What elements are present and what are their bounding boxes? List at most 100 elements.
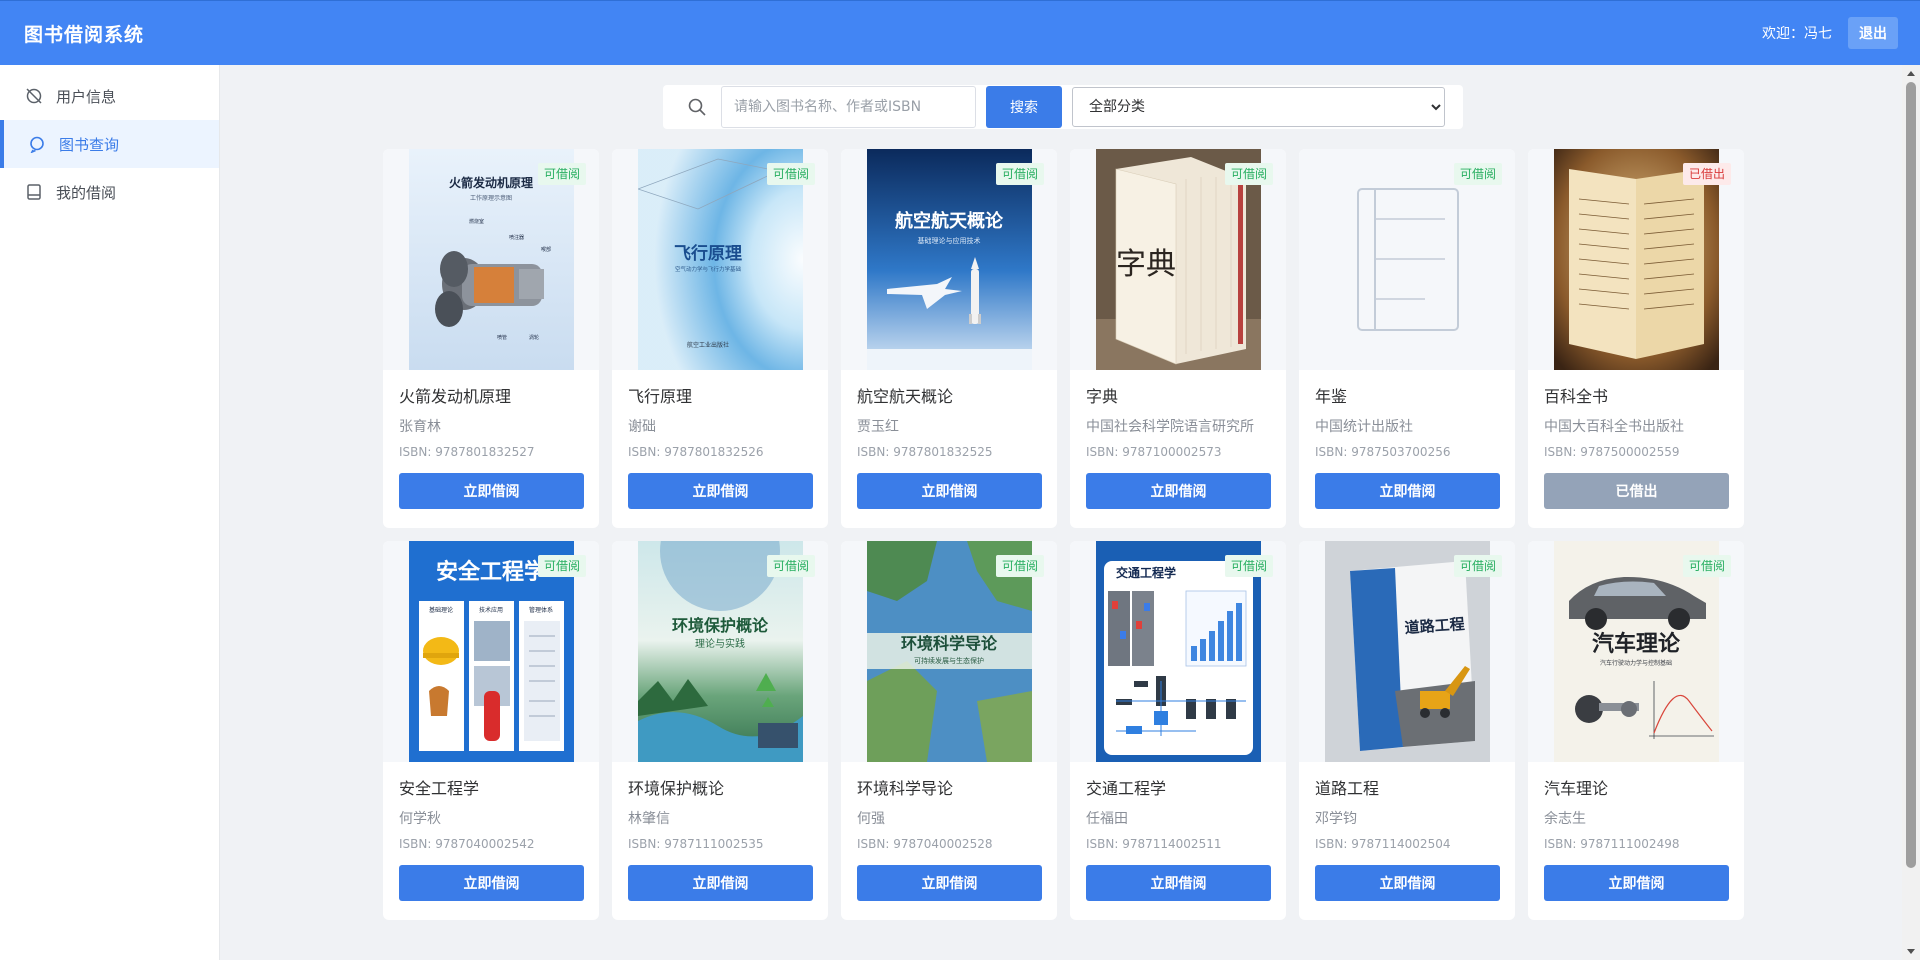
cover-label: 喷管 <box>497 334 507 341</box>
borrow-button[interactable]: 立即借阅 <box>1086 865 1271 901</box>
book-card: 环境保护概论 理论与实践 可借阅 环境保护概论 林肇信 ISBN: 978711… <box>612 541 828 920</box>
borrow-button[interactable]: 立即借阅 <box>399 865 584 901</box>
my-borrow-icon <box>25 183 43 201</box>
book-info: 百科全书 中国大百科全书出版社 ISBN: 9787500002559 已借出 <box>1528 370 1744 509</box>
status-badge: 可借阅 <box>1453 555 1502 577</box>
welcome-text: 欢迎：冯七 <box>1762 26 1832 42</box>
sidebar: 用户信息 图书查询 我的借阅 <box>0 65 220 960</box>
book-cover-area: 已借出 <box>1528 149 1744 370</box>
book-isbn: ISBN: 9787500002559 <box>1544 445 1680 459</box>
cover-title: 环境科学导论 <box>900 634 997 653</box>
cover-title: 航空航天概论 <box>895 210 1004 232</box>
status-badge: 可借阅 <box>537 555 586 577</box>
sidebar-item-book-search[interactable]: 图书查询 <box>0 120 219 168</box>
book-info: 汽车理论 余志生 ISBN: 9787111002498 立即借阅 <box>1528 762 1744 901</box>
borrow-button[interactable]: 立即借阅 <box>628 865 813 901</box>
book-isbn: ISBN: 9787040002528 <box>857 837 993 851</box>
book-card: 环境科学导论 可持续发展与生态保护 可借阅 环境科学导论 何强 ISBN: 97… <box>841 541 1057 920</box>
book-author: 张育林 <box>399 419 441 435</box>
book-info: 环境科学导论 何强 ISBN: 9787040002528 立即借阅 <box>841 762 1057 901</box>
book-card: 可借阅 年鉴 中国统计出版社 ISBN: 9787503700256 立即借阅 <box>1299 149 1515 528</box>
book-card: 已借出 百科全书 中国大百科全书出版社 ISBN: 9787500002559 … <box>1528 149 1744 528</box>
header-user-area: 欢迎：冯七 退出 <box>1762 17 1898 49</box>
book-title: 道路工程 <box>1315 779 1380 798</box>
status-badge: 已借出 <box>1682 163 1731 185</box>
borrow-button[interactable]: 立即借阅 <box>1086 473 1271 509</box>
sidebar-item-user-info[interactable]: 用户信息 <box>0 72 219 120</box>
book-info: 环境保护概论 林肇信 ISBN: 9787111002535 立即借阅 <box>612 762 828 901</box>
sidebar-item-my-borrow[interactable]: 我的借阅 <box>0 168 219 216</box>
book-author: 何学秋 <box>399 811 441 827</box>
book-author: 中国大百科全书出版社 <box>1544 419 1684 435</box>
book-search-icon <box>28 135 46 153</box>
status-badge: 可借阅 <box>766 163 815 185</box>
cover-label: 涡轮 <box>529 334 539 341</box>
book-title: 百科全书 <box>1544 387 1609 406</box>
borrow-button[interactable]: 立即借阅 <box>857 865 1042 901</box>
book-author: 中国统计出版社 <box>1315 419 1413 435</box>
book-info: 飞行原理 谢础 ISBN: 9787801832526 立即借阅 <box>612 370 828 509</box>
main-content: 搜索 全部分类 火箭发动机原理 工作原理示意图 <box>221 65 1902 960</box>
book-cover-area: 交通工程学 可借阅 <box>1070 541 1286 762</box>
book-card: 道路工程 可借阅 道路工程 邓学钧 ISBN: 9787114002504 立即… <box>1299 541 1515 920</box>
borrow-button[interactable]: 立即借阅 <box>1315 865 1500 901</box>
cover-title: 字典 <box>1116 247 1176 282</box>
status-badge: 可借阅 <box>766 555 815 577</box>
cover-title: 汽车理论 <box>1591 631 1680 657</box>
book-isbn: ISBN: 9787040002542 <box>399 837 535 851</box>
search-button[interactable]: 搜索 <box>986 86 1062 128</box>
book-card: 火箭发动机原理 工作原理示意图 燃烧室 喷注器 喉部 喷管 涡轮 可借阅 火箭发… <box>383 149 599 528</box>
cover-subtitle: 基础理论与应用技术 <box>917 236 980 245</box>
book-title: 安全工程学 <box>399 779 480 798</box>
scrollbar-thumb[interactable] <box>1906 82 1916 868</box>
app-header: 图书借阅系统 欢迎：冯七 退出 <box>0 0 1920 65</box>
sidebar-item-label: 我的借阅 <box>56 183 117 202</box>
book-title: 字典 <box>1086 387 1119 406</box>
cover-title: 安全工程学 <box>435 559 545 585</box>
search-input[interactable] <box>721 86 976 128</box>
category-select[interactable]: 全部分类 <box>1072 87 1445 127</box>
book-cover-area: 环境保护概论 理论与实践 可借阅 <box>612 541 828 762</box>
book-title: 汽车理论 <box>1544 779 1609 798</box>
book-info: 火箭发动机原理 张育林 ISBN: 9787801832527 立即借阅 <box>383 370 599 509</box>
cover-subtitle: 空气动力学与飞行力学基础 <box>674 265 741 273</box>
book-isbn: ISBN: 9787503700256 <box>1315 445 1451 459</box>
book-title: 航空航天概论 <box>857 387 954 406</box>
book-title: 火箭发动机原理 <box>399 387 512 406</box>
search-icon <box>677 87 717 127</box>
book-isbn: ISBN: 9787801832526 <box>628 445 764 459</box>
status-badge: 可借阅 <box>995 555 1044 577</box>
book-title: 环境科学导论 <box>857 779 954 798</box>
page-scrollbar[interactable] <box>1902 65 1920 960</box>
search-bar: 搜索 全部分类 <box>663 85 1463 129</box>
book-card: 飞行原理 空气动力学与飞行力学基础 航空工业出版社 可借阅 飞行原理 谢础 IS… <box>612 149 828 528</box>
borrow-button[interactable]: 立即借阅 <box>1315 473 1500 509</box>
cover-label: 技术应用 <box>478 606 502 614</box>
sidebar-item-label: 用户信息 <box>56 87 117 106</box>
book-cover-area: 字典 可借阅 <box>1070 149 1286 370</box>
book-card: 交通工程学 可借阅 交通工程学 任福田 ISBN: 9787114002511 … <box>1070 541 1286 920</box>
book-author: 任福田 <box>1086 811 1128 827</box>
status-badge: 可借阅 <box>1453 163 1502 185</box>
book-cover-area: 航空航天概论 基础理论与应用技术 可借阅 <box>841 149 1057 370</box>
book-info: 安全工程学 何学秋 ISBN: 9787040002542 立即借阅 <box>383 762 599 901</box>
borrow-button[interactable]: 立即借阅 <box>399 473 584 509</box>
borrow-button[interactable]: 立即借阅 <box>628 473 813 509</box>
borrow-button[interactable]: 立即借阅 <box>1544 865 1729 901</box>
book-isbn: ISBN: 9787111002535 <box>628 837 764 851</box>
cover-title: 飞行原理 <box>674 243 742 264</box>
scroll-up-arrow-icon[interactable] <box>1907 71 1915 76</box>
book-isbn: ISBN: 9787114002511 <box>1086 837 1222 851</box>
cover-label: 燃烧室 <box>469 218 484 225</box>
book-author: 中国社会科学院语言研究所 <box>1086 419 1254 435</box>
logout-button[interactable]: 退出 <box>1848 17 1898 49</box>
status-badge: 可借阅 <box>1224 163 1273 185</box>
book-isbn: ISBN: 9787111002498 <box>1544 837 1680 851</box>
book-author: 林肇信 <box>628 811 670 827</box>
cover-label: 管理体系 <box>528 606 552 614</box>
book-cover-area: 飞行原理 空气动力学与飞行力学基础 航空工业出版社 可借阅 <box>612 149 828 370</box>
book-cover-area: 道路工程 可借阅 <box>1299 541 1515 762</box>
scroll-down-arrow-icon[interactable] <box>1907 949 1915 954</box>
borrow-button[interactable]: 立即借阅 <box>857 473 1042 509</box>
book-card: 汽车理论 汽车行驶动力学与控制基础 可借阅 汽车理论 余志生 ISBN: 978… <box>1528 541 1744 920</box>
